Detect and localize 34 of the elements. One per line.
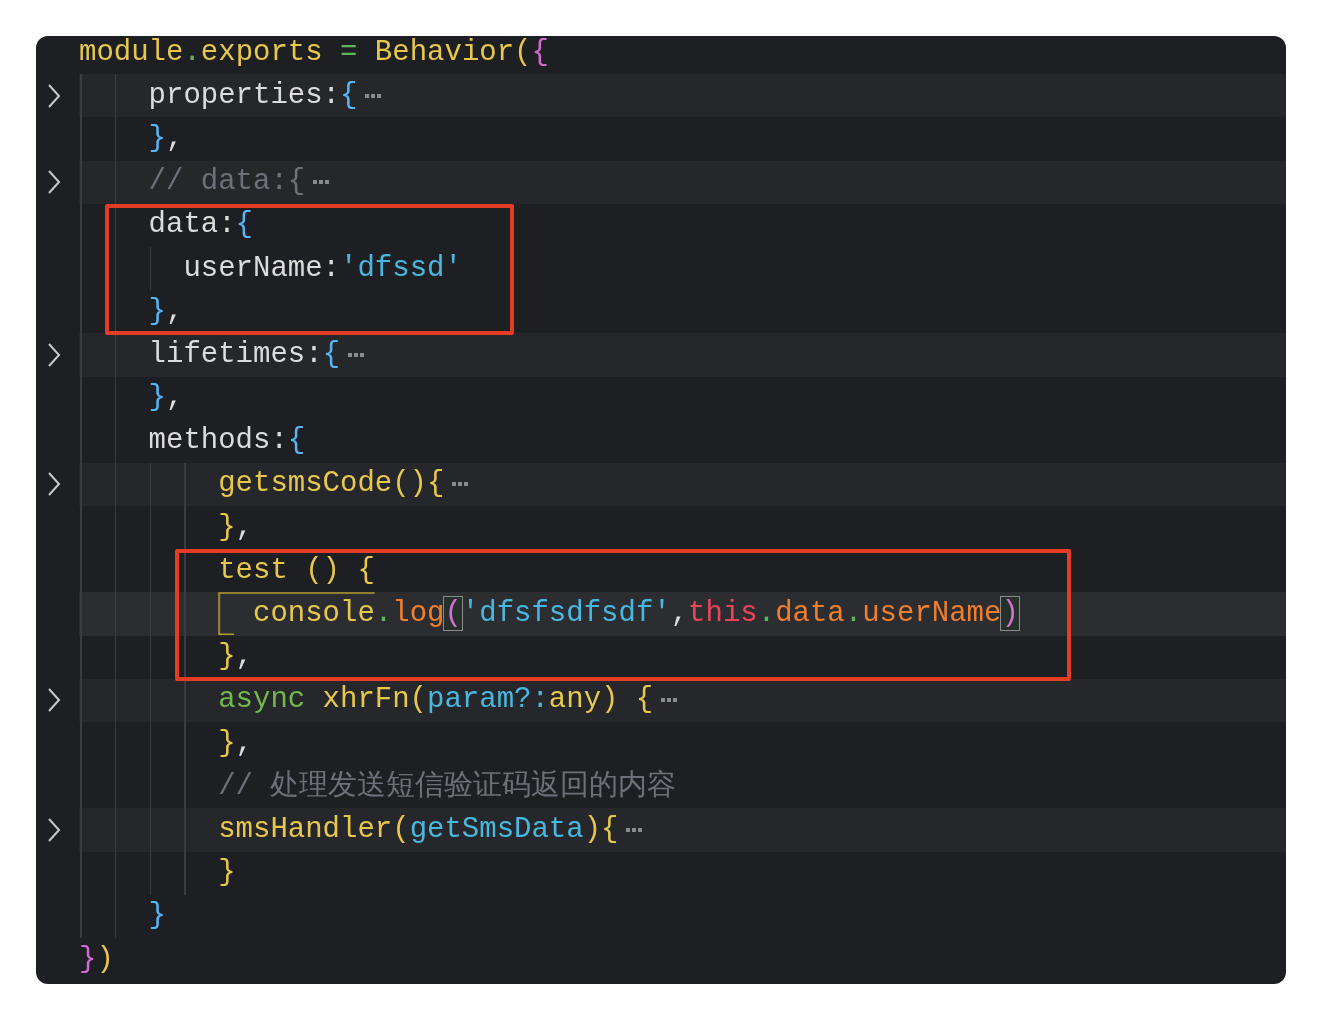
code-line: },: [218, 512, 253, 543]
chevron-right-icon[interactable]: [47, 816, 61, 843]
ellipsis-icon[interactable]: [313, 179, 330, 186]
code-line: properties:{: [148, 80, 358, 111]
code-line: },: [148, 123, 184, 154]
ellipsis-icon[interactable]: [452, 481, 469, 488]
code-line: // data:{: [148, 167, 306, 198]
code-line: }: [148, 901, 166, 932]
code-line: },: [218, 642, 253, 673]
ellipsis-icon[interactable]: [348, 351, 365, 358]
ellipsis-icon[interactable]: [365, 92, 382, 99]
code-line: // 处理发送短信验证码返回的内容: [218, 771, 677, 802]
code-line: }): [79, 944, 114, 975]
ellipsis-icon[interactable]: [661, 697, 678, 704]
code-line: console.log('dfsfsdfsdf',this.data.userName): [253, 599, 1019, 630]
chevron-right-icon[interactable]: [47, 471, 61, 498]
code-line: userName:'dfssd': [183, 253, 462, 284]
code-line: lifetimes:{: [148, 339, 341, 370]
code-line: }: [218, 858, 236, 889]
chevron-right-icon[interactable]: [47, 169, 61, 196]
code-line: },: [148, 383, 184, 414]
code-line: },: [148, 296, 184, 327]
chevron-right-icon[interactable]: [47, 82, 61, 109]
code-line: async xhrFn(param?:any) {: [218, 685, 654, 716]
code-line: },: [218, 728, 253, 759]
code-line: module.exports = Behavior({: [79, 37, 549, 68]
code-line: getsmsCode(){: [218, 469, 445, 500]
code-line: test () {: [218, 555, 375, 586]
chevron-right-icon[interactable]: [47, 687, 61, 714]
chevron-right-icon[interactable]: [47, 341, 61, 368]
code-line: smsHandler(getSmsData){: [218, 814, 619, 845]
code-line: methods:{: [148, 426, 306, 457]
code-line: data:{: [148, 210, 253, 241]
ellipsis-icon[interactable]: [626, 826, 643, 833]
